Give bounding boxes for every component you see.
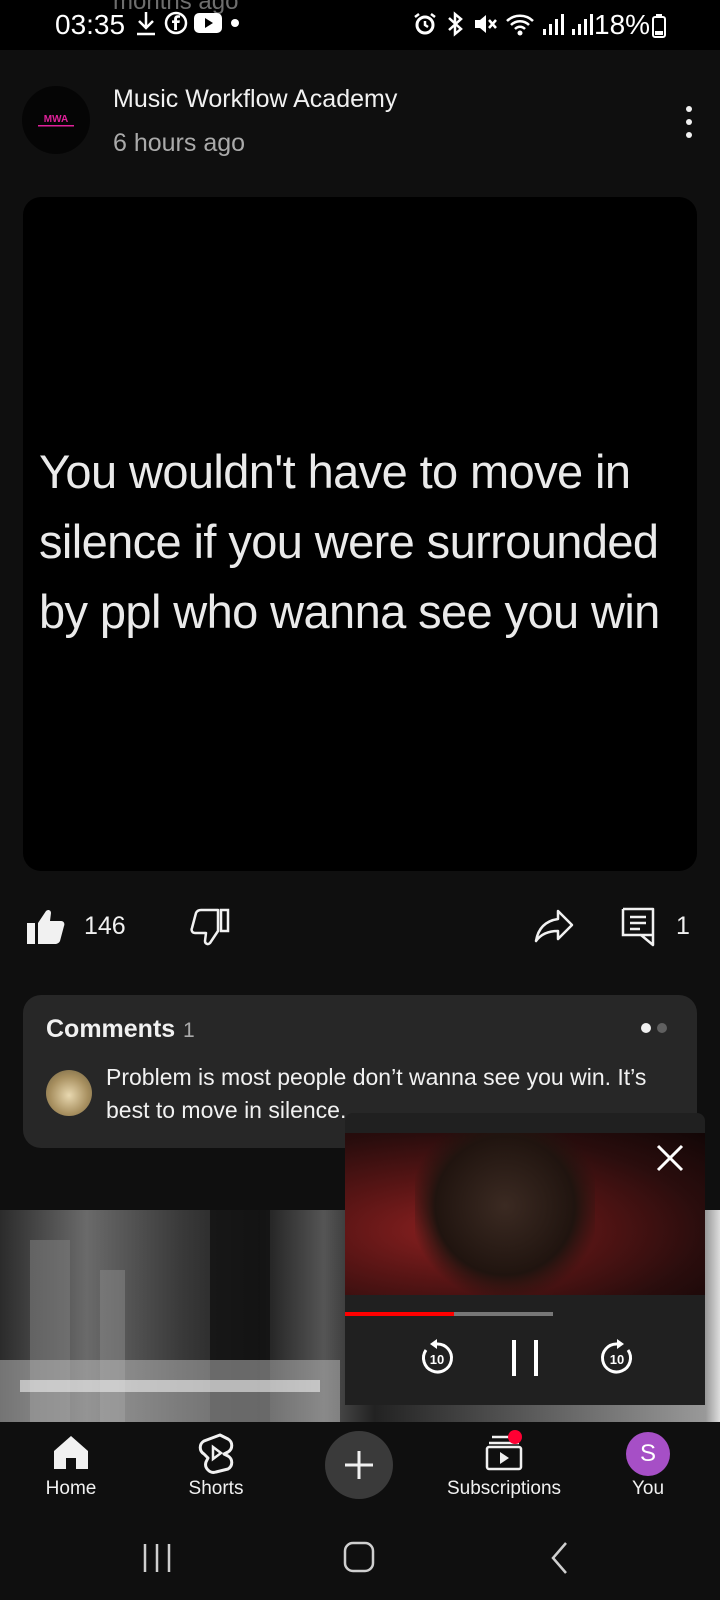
nav-home-label: Home: [45, 1478, 97, 1499]
comments-title: Comments: [46, 1015, 176, 1043]
new-content-badge: [508, 1430, 522, 1444]
thumbs-up-icon: [27, 909, 65, 944]
comment-button[interactable]: [621, 907, 657, 952]
video-frame: [415, 1133, 595, 1295]
nav-subscriptions-label: Subscriptions: [446, 1478, 562, 1499]
battery-percent: 18%: [594, 9, 651, 40]
close-mini-player-button[interactable]: [655, 1143, 685, 1178]
home-square-icon: [343, 1541, 375, 1573]
nav-shorts[interactable]: Shorts: [146, 1422, 286, 1518]
shorts-icon: [198, 1432, 234, 1479]
mini-player-video[interactable]: [345, 1133, 705, 1295]
channel-name[interactable]: Music Workflow Academy: [113, 85, 397, 114]
nav-you[interactable]: S You: [578, 1422, 718, 1518]
home-system-button[interactable]: [342, 1540, 376, 1579]
profile-avatar: S: [626, 1432, 670, 1476]
dot-icon: [228, 16, 242, 35]
mute-icon: [472, 11, 498, 42]
rewind-icon: 10: [422, 1339, 453, 1374]
share-button[interactable]: [534, 908, 574, 949]
thumbs-down-icon: [190, 908, 230, 946]
like-button[interactable]: [26, 908, 66, 951]
svg-text:10: 10: [610, 1352, 624, 1367]
system-status-icons: [412, 11, 593, 42]
facebook-icon: [164, 11, 188, 40]
bluetooth-icon: [445, 11, 465, 42]
nav-shorts-label: Shorts: [188, 1478, 244, 1499]
recent-apps-icon: [143, 1544, 171, 1572]
create-button[interactable]: [325, 1431, 393, 1499]
channel-avatar[interactable]: MWA: [22, 86, 90, 154]
share-arrow-icon: [534, 909, 574, 943]
signal-icon: [542, 11, 564, 42]
pause-icon: [512, 1340, 538, 1376]
comments-pager-dots: [641, 1023, 667, 1033]
forward-10-button[interactable]: 10: [597, 1338, 637, 1383]
back-chevron-icon: [551, 1542, 567, 1574]
rewind-10-button[interactable]: 10: [417, 1338, 457, 1383]
status-time: 03:35: [55, 9, 126, 40]
commenter-avatar: [46, 1070, 92, 1116]
home-icon: [51, 1432, 91, 1477]
svg-text:10: 10: [430, 1352, 444, 1367]
more-options-button[interactable]: [674, 102, 704, 142]
progress-bar[interactable]: [345, 1312, 454, 1316]
notification-icons: [134, 10, 242, 41]
subscriptions-icon: [484, 1430, 524, 1477]
youtube-icon: [194, 12, 222, 39]
comment-count: 1: [676, 912, 690, 940]
nav-subscriptions[interactable]: Subscriptions: [434, 1422, 574, 1518]
forward-icon: 10: [601, 1339, 632, 1374]
post-image[interactable]: You wouldn't have to move in silence if …: [23, 197, 697, 871]
dislike-button[interactable]: [190, 908, 230, 951]
comments-count: 1: [183, 1019, 195, 1042]
system-navigation-bar: [0, 1518, 720, 1600]
nav-home[interactable]: Home: [1, 1422, 141, 1518]
svg-text:MWA: MWA: [44, 114, 68, 125]
download-icon: [134, 10, 158, 41]
mini-player[interactable]: 10 10: [345, 1113, 705, 1405]
pause-button[interactable]: [508, 1338, 544, 1383]
alarm-icon: [412, 11, 438, 42]
like-count: 146: [84, 912, 126, 940]
profile-avatar-letter: S: [626, 1432, 670, 1476]
plus-icon: [345, 1451, 373, 1479]
back-button[interactable]: [548, 1540, 572, 1581]
signal-icon-2: [571, 11, 593, 42]
comment-icon: [621, 907, 655, 947]
nav-you-label: You: [631, 1478, 665, 1499]
wifi-icon: [505, 11, 535, 42]
recent-apps-button[interactable]: [142, 1542, 172, 1579]
post-quote-text: You wouldn't have to move in silence if …: [39, 445, 660, 638]
post-time: 6 hours ago: [113, 129, 246, 157]
close-icon: [656, 1144, 684, 1172]
channel-logo: MWA: [38, 114, 74, 127]
battery-icon: [652, 14, 666, 43]
bottom-navigation: Home Shorts Subscriptions S You: [0, 1422, 720, 1518]
